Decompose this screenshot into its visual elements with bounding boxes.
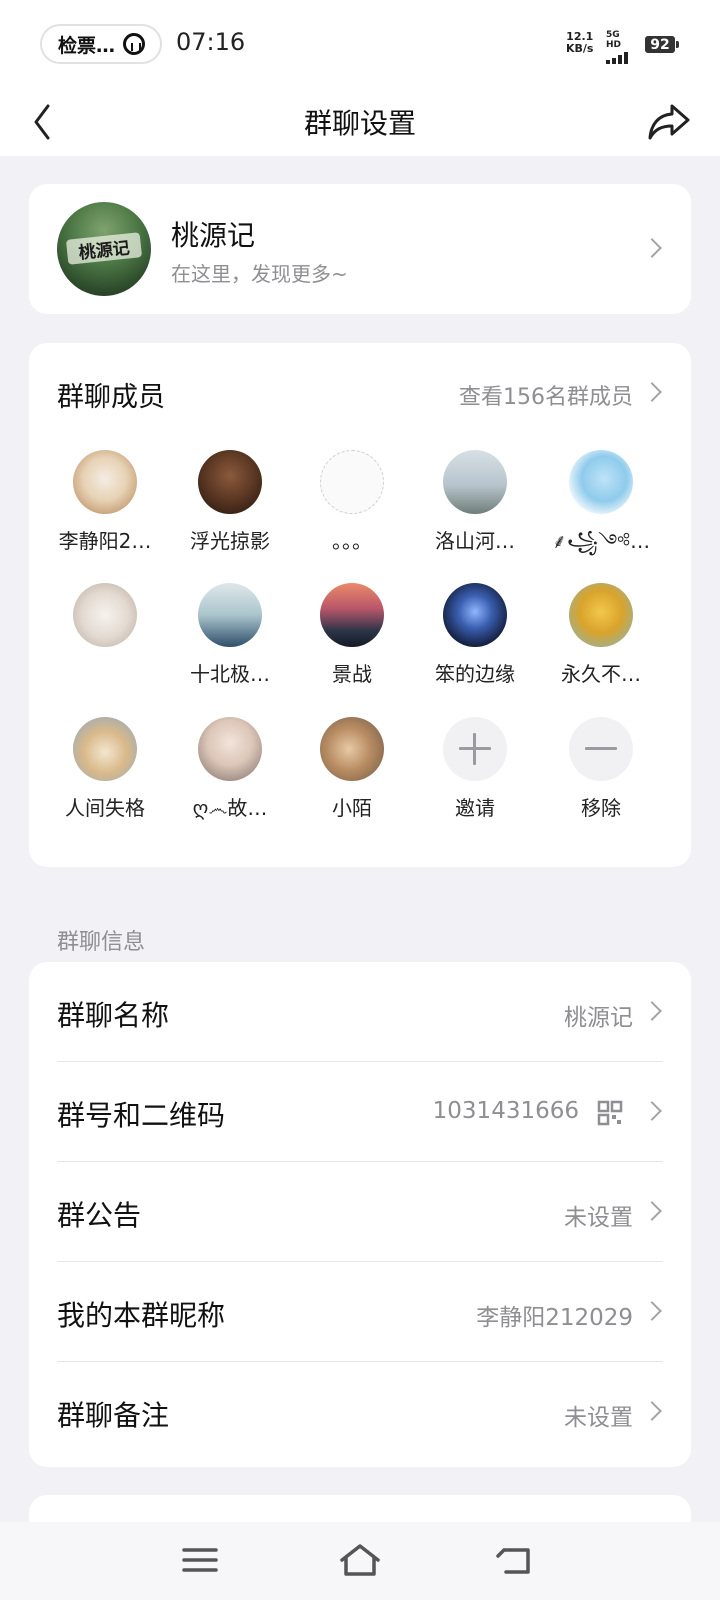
- row-label: 群公告: [57, 1199, 142, 1232]
- battery-icon: 92: [645, 36, 679, 53]
- view-all-members-link[interactable]: 查看156名群成员: [459, 379, 633, 411]
- row-label: 我的本群昵称: [57, 1299, 226, 1332]
- net-speed: 12.1 KB/s: [566, 31, 593, 55]
- group-profile-card[interactable]: 桃源记 桃源记 在这里，发现更多~: [29, 184, 691, 314]
- member-item[interactable]: 十北极…: [166, 583, 294, 687]
- group-avatar-logo: 桃源记: [65, 232, 143, 265]
- avatar: [198, 450, 262, 514]
- pill-text: 检票…: [58, 34, 116, 57]
- group-avatar: 桃源记: [57, 202, 151, 296]
- group-info-card: 群聊名称 桃源记 群号和二维码 1031431666 群公告 未设置 我的本群昵…: [29, 962, 691, 1467]
- member-name: ღ෴故…: [192, 796, 268, 820]
- row-my-group-nickname[interactable]: 我的本群昵称 李静阳212029: [57, 1262, 663, 1362]
- member-item[interactable]: 。。。: [288, 450, 416, 554]
- member-item[interactable]: 景战: [288, 583, 416, 687]
- net-speed-unit: KB/s: [566, 42, 594, 55]
- row-group-id-qrcode[interactable]: 群号和二维码 1031431666: [57, 1062, 663, 1162]
- member-item[interactable]: 洛山河…: [411, 450, 539, 554]
- home-icon[interactable]: [336, 1540, 384, 1580]
- avatar: [73, 717, 137, 781]
- member-item[interactable]: ⸙꧁༺…: [537, 450, 665, 554]
- members-card: 群聊成员 查看156名群成员 李静阳2… 浮光掠影 。。。 洛山河… ⸙꧁༺… …: [29, 343, 691, 867]
- avatar: [443, 450, 507, 514]
- qr-code-icon: [597, 1100, 623, 1126]
- members-title: 群聊成员: [57, 382, 165, 413]
- chevron-right-icon: [642, 1401, 662, 1421]
- status-bar: 检票… 07:16 12.1 KB/s 5G HD 92: [0, 0, 720, 88]
- chevron-right-icon: [642, 1201, 662, 1221]
- member-item[interactable]: 小陌: [288, 717, 416, 821]
- remove-label: 移除: [581, 796, 621, 820]
- member-name: 景战: [332, 662, 372, 686]
- group-name: 桃源记: [171, 219, 256, 252]
- group-description: 在这里，发现更多~: [171, 262, 348, 286]
- nav-bar: 群聊设置: [0, 88, 720, 156]
- remove-member-button[interactable]: 移除: [537, 717, 665, 821]
- row-group-announcement[interactable]: 群公告 未设置: [57, 1162, 663, 1262]
- avatar: [443, 583, 507, 647]
- member-name: 十北极…: [190, 662, 270, 686]
- row-value: 1031431666: [432, 1098, 579, 1124]
- avatar: [569, 583, 633, 647]
- member-name: 人间失格: [65, 796, 145, 820]
- member-name: 。。。: [332, 529, 372, 553]
- invite-label: 邀请: [455, 796, 495, 820]
- menu-icon[interactable]: [176, 1540, 224, 1580]
- row-value: 未设置: [564, 1205, 633, 1231]
- railway-app-icon: [123, 33, 146, 55]
- plus-icon: [443, 717, 507, 781]
- member-item[interactable]: [41, 583, 169, 687]
- avatar: [73, 450, 137, 514]
- chevron-right-icon[interactable]: [642, 382, 662, 402]
- row-value: 未设置: [564, 1405, 633, 1431]
- member-name: 小陌: [332, 796, 372, 820]
- member-item[interactable]: 人间失格: [41, 717, 169, 821]
- minus-icon: [569, 717, 633, 781]
- avatar: [198, 583, 262, 647]
- row-label: 群聊备注: [57, 1399, 170, 1432]
- member-item[interactable]: 李静阳2…: [41, 450, 169, 554]
- row-group-remark[interactable]: 群聊备注 未设置: [57, 1362, 663, 1462]
- member-item[interactable]: 永久不…: [537, 583, 665, 687]
- avatar: [73, 583, 137, 647]
- chevron-right-icon: [642, 238, 662, 258]
- row-value: 李静阳212029: [476, 1305, 633, 1331]
- row-label: 群聊名称: [57, 999, 170, 1032]
- share-icon[interactable]: [646, 98, 692, 144]
- row-label: 群号和二维码: [57, 1099, 226, 1132]
- live-activity-pill[interactable]: 检票…: [40, 24, 162, 64]
- section-label-group-info: 群聊信息: [57, 930, 146, 955]
- member-item[interactable]: 浮光掠影: [166, 450, 294, 554]
- member-name: 浮光掠影: [190, 529, 270, 553]
- avatar: [320, 450, 384, 514]
- chevron-right-icon: [642, 1001, 662, 1021]
- page-title: 群聊设置: [303, 107, 416, 140]
- signal-icon: 5G HD: [606, 30, 636, 64]
- avatar: [320, 583, 384, 647]
- system-nav-bar: [0, 1522, 720, 1600]
- member-item[interactable]: ღ෴故…: [166, 717, 294, 821]
- chevron-right-icon: [642, 1101, 662, 1121]
- invite-member-button[interactable]: 邀请: [411, 717, 539, 821]
- member-name: ⸙꧁༺…: [551, 529, 651, 553]
- member-name: 笨的边缘: [435, 662, 515, 686]
- member-name: [41, 661, 169, 687]
- chevron-right-icon: [642, 1301, 662, 1321]
- back-icon[interactable]: [492, 1540, 540, 1580]
- avatar: [569, 450, 633, 514]
- member-name: 李静阳2…: [58, 529, 152, 553]
- status-time: 07:16: [176, 28, 246, 56]
- row-value: 桃源记: [564, 1005, 633, 1031]
- battery-level: 92: [650, 36, 670, 53]
- avatar: [198, 717, 262, 781]
- member-item[interactable]: 笨的边缘: [411, 583, 539, 687]
- row-group-name[interactable]: 群聊名称 桃源记: [57, 962, 663, 1062]
- network-label: 5G HD: [606, 30, 622, 50]
- member-name: 洛山河…: [435, 529, 515, 553]
- avatar: [320, 717, 384, 781]
- member-name: 永久不…: [561, 662, 641, 686]
